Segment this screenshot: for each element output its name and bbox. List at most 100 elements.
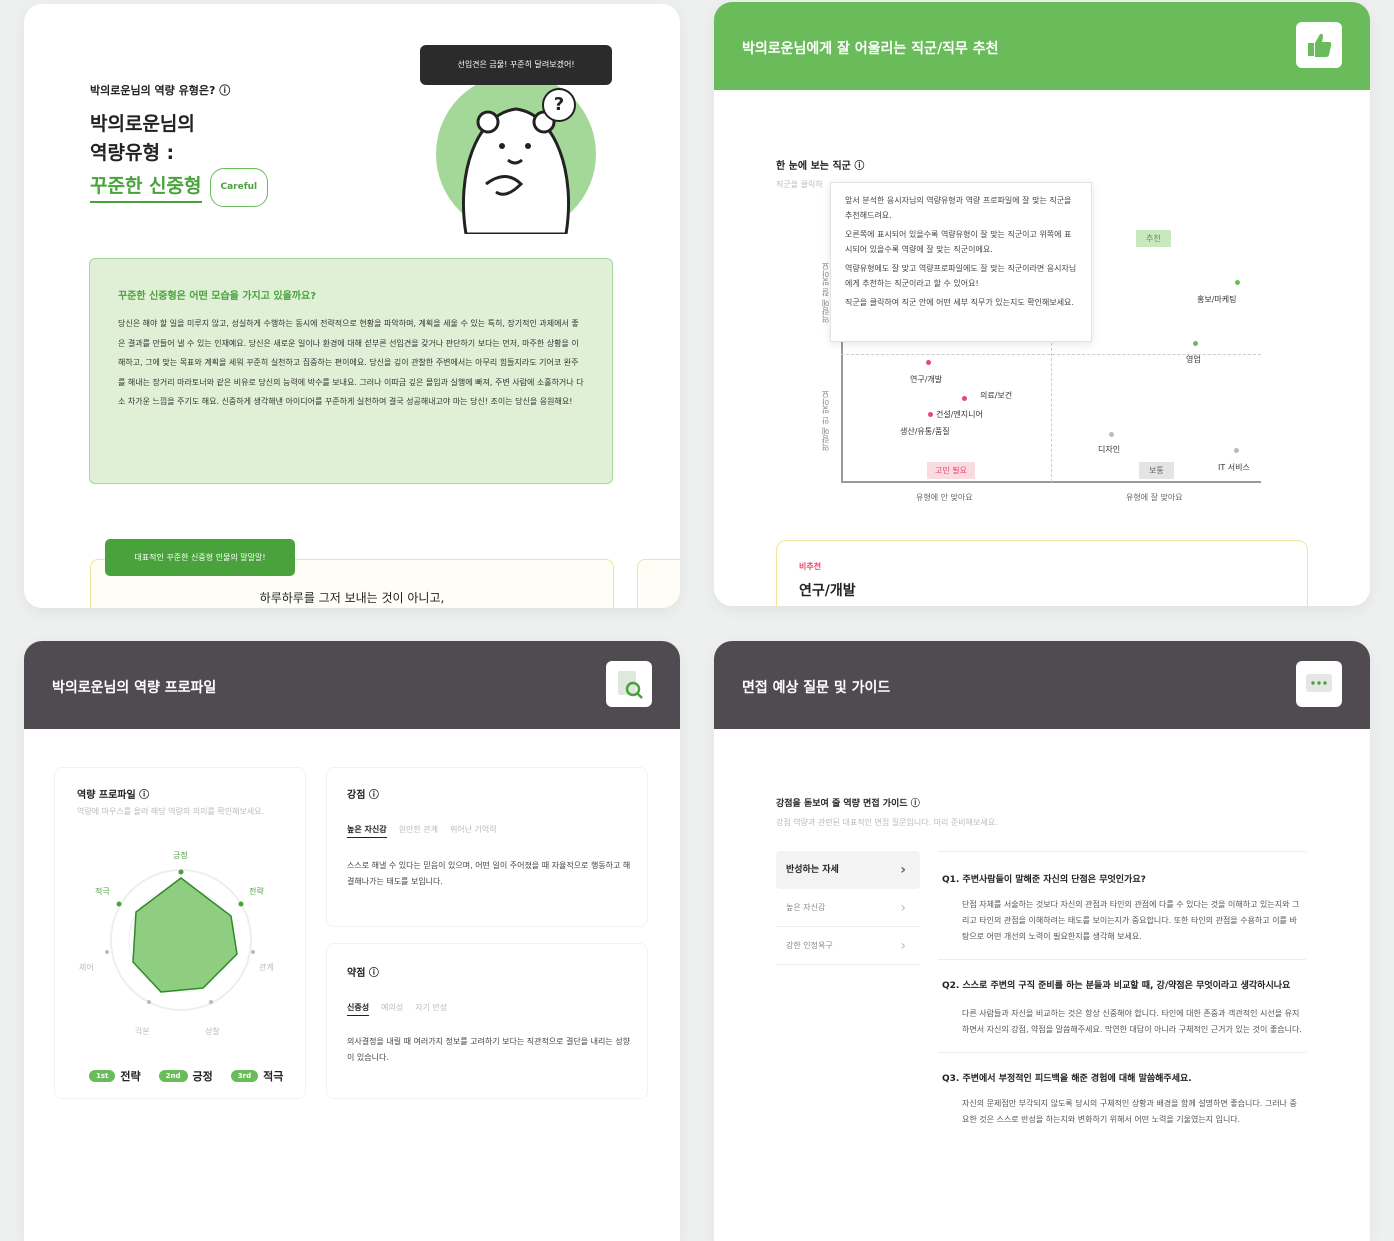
menu-item-label: 높은 자신감 — [786, 903, 826, 912]
strength-title[interactable]: 강점 ⓘ — [347, 786, 379, 801]
competency-menu: 반성하는 자세 › 높은 자신감 › 강한 인정욕구 › — [776, 851, 920, 965]
guide-title[interactable]: 강점을 돋보여 줄 역량 면접 가이드 ⓘ — [776, 796, 920, 809]
job-recommendation-header: 박의로운님에게 잘 어울리는 직군/직무 추천 — [714, 2, 1370, 90]
profile-subtitle: 역량에 마우스를 올려 해당 역량의 의미를 확인해보세요. — [77, 807, 265, 816]
strength-tab[interactable]: 뛰어난 기억력 — [450, 824, 497, 838]
chat-bubble-icon — [1296, 661, 1342, 707]
rank-label: 긍정 — [192, 1070, 213, 1083]
job-label-design[interactable]: 디자인 — [1098, 444, 1120, 455]
rank-item: 1st 전략 — [89, 1068, 141, 1084]
type-pill: Careful — [209, 168, 269, 207]
strength-tabs: 높은 자신감 원만한 관계 뛰어난 기억력 — [347, 824, 497, 838]
rank-badge: 3rd — [230, 1070, 259, 1082]
chart-tooltip: 앞서 분석한 응시자님의 역량유형과 역량 프로파일에 잘 맞는 직군을 추천해… — [830, 182, 1092, 342]
weakness-card: 약점 ⓘ 신중성 예의성 자기 반성 의사결정을 내릴 때 여러가지 정보를 고… — [326, 943, 648, 1099]
job-label-rnd[interactable]: 연구/개발 — [910, 374, 942, 385]
thumbs-up-icon — [1296, 22, 1342, 68]
document-search-icon — [606, 661, 652, 707]
answer-guide: 자신의 문제점만 부각되지 않도록 당시의 구체적인 상황과 배경을 함께 설명… — [962, 1099, 1297, 1124]
job-point[interactable] — [1109, 432, 1114, 437]
x-axis-right-label: 유형에 잘 맞아요 — [1126, 493, 1183, 502]
interview-guide-header: 면접 예상 질문 및 가이드 — [714, 641, 1370, 729]
job-detail-title: 연구/개발 — [799, 583, 856, 599]
question-list: Q1. 주변사람들이 말해준 자신의 단점은 무엇인가요? 단점 자체를 서술하… — [938, 851, 1306, 1142]
strength-tab[interactable]: 원만한 관계 — [399, 824, 438, 838]
job-detail-card[interactable]: 비추천 연구/개발 — [776, 540, 1308, 606]
page-title: 박의로운님의 역량유형 : 꾸준한 신중형 Careful — [90, 110, 269, 207]
rank-badge: 2nd — [158, 1070, 188, 1082]
menu-item-label: 반성하는 자세 — [786, 865, 839, 875]
description-body: 당신은 해야 할 일을 미루지 않고, 성실하게 수행하는 동시에 전략적으로 … — [118, 319, 584, 406]
weakness-title[interactable]: 약점 ⓘ — [347, 964, 379, 979]
title-line-2: 역량유형 : — [90, 142, 175, 164]
job-label-production[interactable]: 생산/유통/품질 — [900, 426, 950, 437]
job-point[interactable] — [926, 360, 931, 365]
question-item: Q1. 주변사람들이 말해준 자신의 단점은 무엇인가요? 단점 자체를 서술하… — [938, 851, 1306, 959]
rank-item: 2nd 긍정 — [158, 1068, 213, 1084]
job-point[interactable] — [962, 396, 967, 401]
answer-guide: 다른 사람들과 자신을 비교하는 것은 항상 신중해야 합니다. 타인에 대한 … — [962, 1009, 1302, 1034]
profile-title[interactable]: 역량 프로파일 ⓘ — [77, 786, 149, 801]
competency-type-question[interactable]: 박의로운님의 역량 유형은? ⓘ — [90, 82, 230, 98]
strength-card: 강점 ⓘ 높은 자신감 원만한 관계 뛰어난 기억력 스스로 해낼 수 있다는 … — [326, 767, 648, 927]
header-title: 박의로운님의 역량 프로파일 — [52, 680, 217, 696]
rank-list: 1st 전략 2nd 긍정 3rd 적극 — [89, 1068, 283, 1084]
description-title: 꾸준한 신중형은 어떤 모습을 가지고 있을까요? — [118, 291, 317, 302]
speech-bubble: 선입견은 금물! 꾸준히 달려보겠어! — [420, 45, 612, 85]
caution-tag: 고민 필요 — [927, 462, 975, 479]
interview-guide-card: 면접 예상 질문 및 가이드 강점을 돋보여 줄 역량 면접 가이드 ⓘ 강점 … — [714, 641, 1370, 1241]
question-text: Q2. 스스로 주변의 구직 준비를 하는 분들과 비교할 때, 강/약점은 무… — [942, 981, 1291, 991]
menu-item-active[interactable]: 반성하는 자세 › — [776, 851, 920, 889]
question-text: Q1. 주변사람들이 말해준 자신의 단점은 무엇인가요? — [942, 875, 1146, 885]
weakness-tab[interactable]: 예의성 — [381, 1002, 403, 1016]
strength-tab-active[interactable]: 높은 자신감 — [347, 824, 387, 838]
job-label-marketing[interactable]: 홍보/마케팅 — [1197, 294, 1237, 305]
rank-badge: 1st — [89, 1070, 116, 1082]
normal-tag: 보통 — [1139, 462, 1174, 479]
radar-label[interactable]: 전략 — [249, 886, 264, 897]
radar-label[interactable]: 각본 — [135, 1026, 150, 1037]
radar-label[interactable]: 제어 — [79, 962, 94, 973]
radar-label[interactable]: 관계 — [259, 962, 274, 973]
job-point[interactable] — [1234, 448, 1239, 453]
menu-item[interactable]: 높은 자신감 › — [776, 889, 920, 927]
job-label-medical[interactable]: 의료/보건 — [980, 390, 1012, 401]
competency-profile-card: 박의로운님의 역량 프로파일 역량 프로파일 ⓘ 역량에 마우스를 올려 해당 … — [24, 641, 680, 1241]
radar-label[interactable]: 성찰 — [205, 1026, 220, 1037]
chevron-right-icon: › — [900, 938, 906, 954]
type-name: 꾸준한 신중형 — [90, 172, 202, 203]
competency-profile-header: 박의로운님의 역량 프로파일 — [24, 641, 680, 729]
job-label-it[interactable]: IT 서비스 — [1218, 462, 1250, 473]
question-item: Q2. 스스로 주변의 구직 준비를 하는 분들과 비교할 때, 강/약점은 무… — [938, 959, 1306, 1052]
rank-item: 3rd 적극 — [230, 1068, 283, 1084]
guide-subtitle: 강점 역량과 관련된 대표적인 면접 질문입니다. 미리 준비해보세요. — [776, 818, 998, 827]
section-subtitle: 직군을 클릭하 — [776, 180, 823, 189]
weakness-tabs: 신중성 예의성 자기 반성 — [347, 1002, 447, 1016]
job-point[interactable] — [928, 412, 933, 417]
chevron-right-icon: › — [900, 862, 906, 878]
quote-text: 하루하루를 그저 보내는 것이 아니고, — [259, 591, 445, 605]
menu-item-label: 강한 인정욕구 — [786, 941, 833, 950]
job-label-construction[interactable]: 건설/엔지니어 — [936, 409, 983, 420]
recommend-tag: 추천 — [1136, 230, 1171, 247]
weakness-tab[interactable]: 자기 반성 — [415, 1002, 447, 1016]
strength-description: 스스로 해낼 수 있다는 믿음이 있으며, 어떤 일이 주어졌을 때 자율적으로… — [347, 861, 631, 886]
not-recommended-label: 비추천 — [799, 562, 822, 571]
question-item: Q3. 주변에서 부정적인 피드백을 해준 경험에 대해 말씀해주세요. 자신의… — [938, 1052, 1306, 1142]
title-line-1: 박의로운님의 — [90, 113, 195, 135]
job-point[interactable] — [1235, 280, 1240, 285]
radar-label[interactable]: 적극 — [95, 886, 110, 897]
chevron-right-icon: › — [900, 900, 906, 916]
competency-type-card: 박의로운님의 역량 유형은? ⓘ 박의로운님의 역량유형 : 꾸준한 신중형 C… — [24, 4, 680, 608]
quote-card-next[interactable] — [637, 559, 680, 608]
job-label-sales[interactable]: 영업 — [1186, 354, 1201, 365]
weakness-tab-active[interactable]: 신중성 — [347, 1002, 370, 1016]
x-axis-left-label: 유형에 안 맞아요 — [916, 493, 973, 502]
section-title[interactable]: 한 눈에 보는 직군 ⓘ — [776, 157, 864, 172]
header-title: 면접 예상 질문 및 가이드 — [742, 680, 891, 696]
menu-item[interactable]: 강한 인정욕구 › — [776, 927, 920, 965]
tooltip-line: 앞서 분석한 응시자님의 역량유형과 역량 프로파일에 잘 맞는 직군을 추천해… — [845, 196, 1072, 220]
radar-label[interactable]: 긍정 — [173, 850, 188, 861]
job-point[interactable] — [1193, 341, 1198, 346]
rank-label: 전략 — [120, 1070, 141, 1083]
